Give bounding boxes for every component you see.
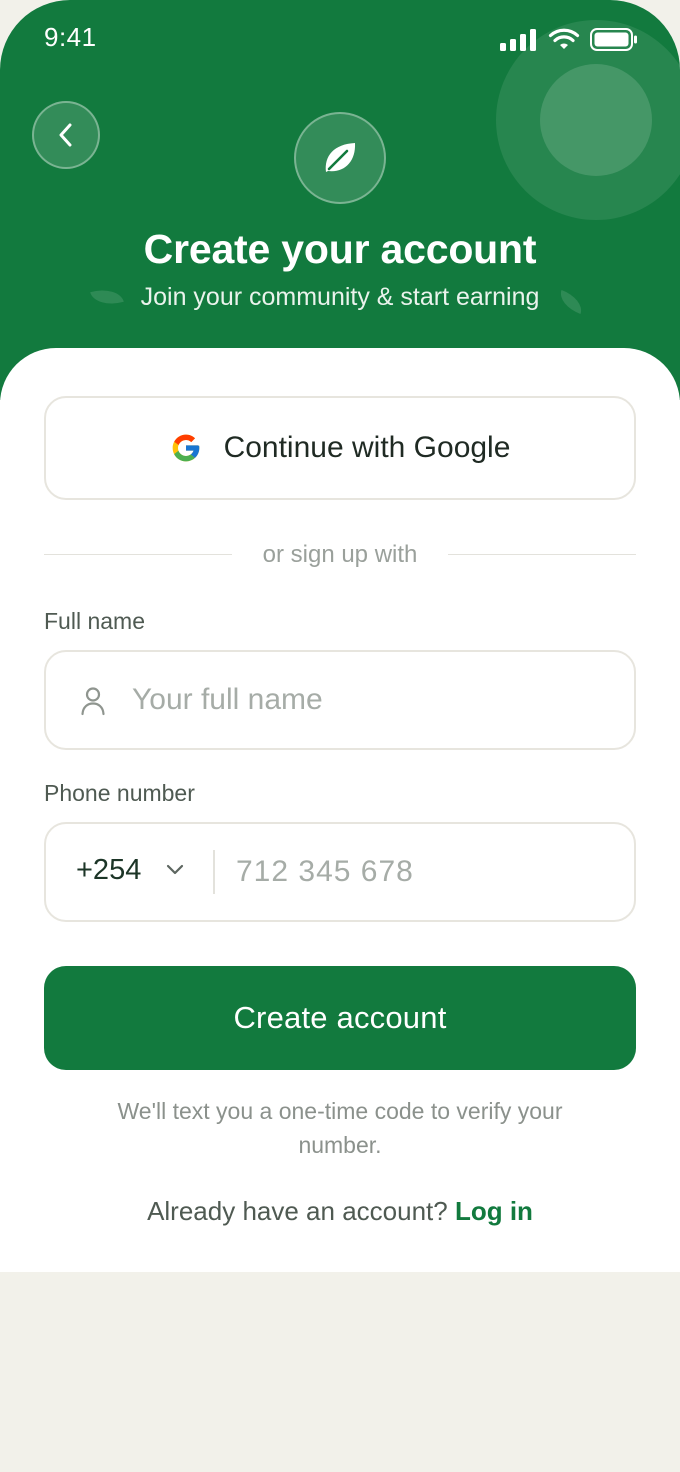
login-link[interactable]: Log in — [455, 1196, 533, 1226]
google-icon — [172, 434, 199, 462]
decorative-circle — [540, 64, 652, 176]
verification-note: We'll text you a one-time code to verify… — [117, 1098, 563, 1158]
chevron-left-icon — [59, 123, 72, 147]
create-account-button[interactable]: Create account — [44, 966, 636, 1070]
person-icon — [81, 687, 105, 716]
login-prompt-text: Already have an account? — [147, 1196, 448, 1226]
full-name-field[interactable] — [44, 650, 636, 750]
page-title: Create your account — [143, 226, 537, 272]
create-account-label: Create account — [233, 1000, 447, 1035]
battery-icon — [590, 28, 637, 51]
leaf-icon — [325, 143, 356, 172]
phone-number-label: Phone number — [44, 780, 195, 806]
google-signin-button[interactable]: Continue with Google — [44, 396, 636, 500]
app-screen: 9:41 Create your account Join your commu… — [0, 0, 680, 1272]
full-name-label: Full name — [44, 608, 145, 634]
field-divider — [213, 850, 215, 894]
wifi-icon — [548, 28, 580, 49]
status-icons — [498, 27, 638, 53]
phone-number-field: +254 — [44, 822, 636, 922]
back-button[interactable] — [32, 101, 100, 169]
page-subtitle: Join your community & start earning — [140, 283, 540, 311]
divider-label: or sign up with — [262, 541, 418, 568]
country-code-value: +254 — [76, 854, 142, 886]
country-code-select[interactable]: +254 — [46, 824, 214, 920]
google-button-label: Continue with Google — [223, 431, 511, 464]
login-prompt: Already have an account? Log in — [0, 1196, 680, 1227]
chevron-down-icon — [166, 864, 184, 875]
header: 9:41 Create your account Join your commu… — [0, 0, 680, 400]
status-bar: 9:41 — [0, 0, 680, 80]
full-name-input[interactable] — [132, 670, 602, 730]
signal-icon — [500, 29, 536, 51]
status-time: 9:41 — [44, 22, 97, 52]
app-logo — [294, 112, 386, 204]
phone-number-input[interactable] — [236, 842, 616, 902]
